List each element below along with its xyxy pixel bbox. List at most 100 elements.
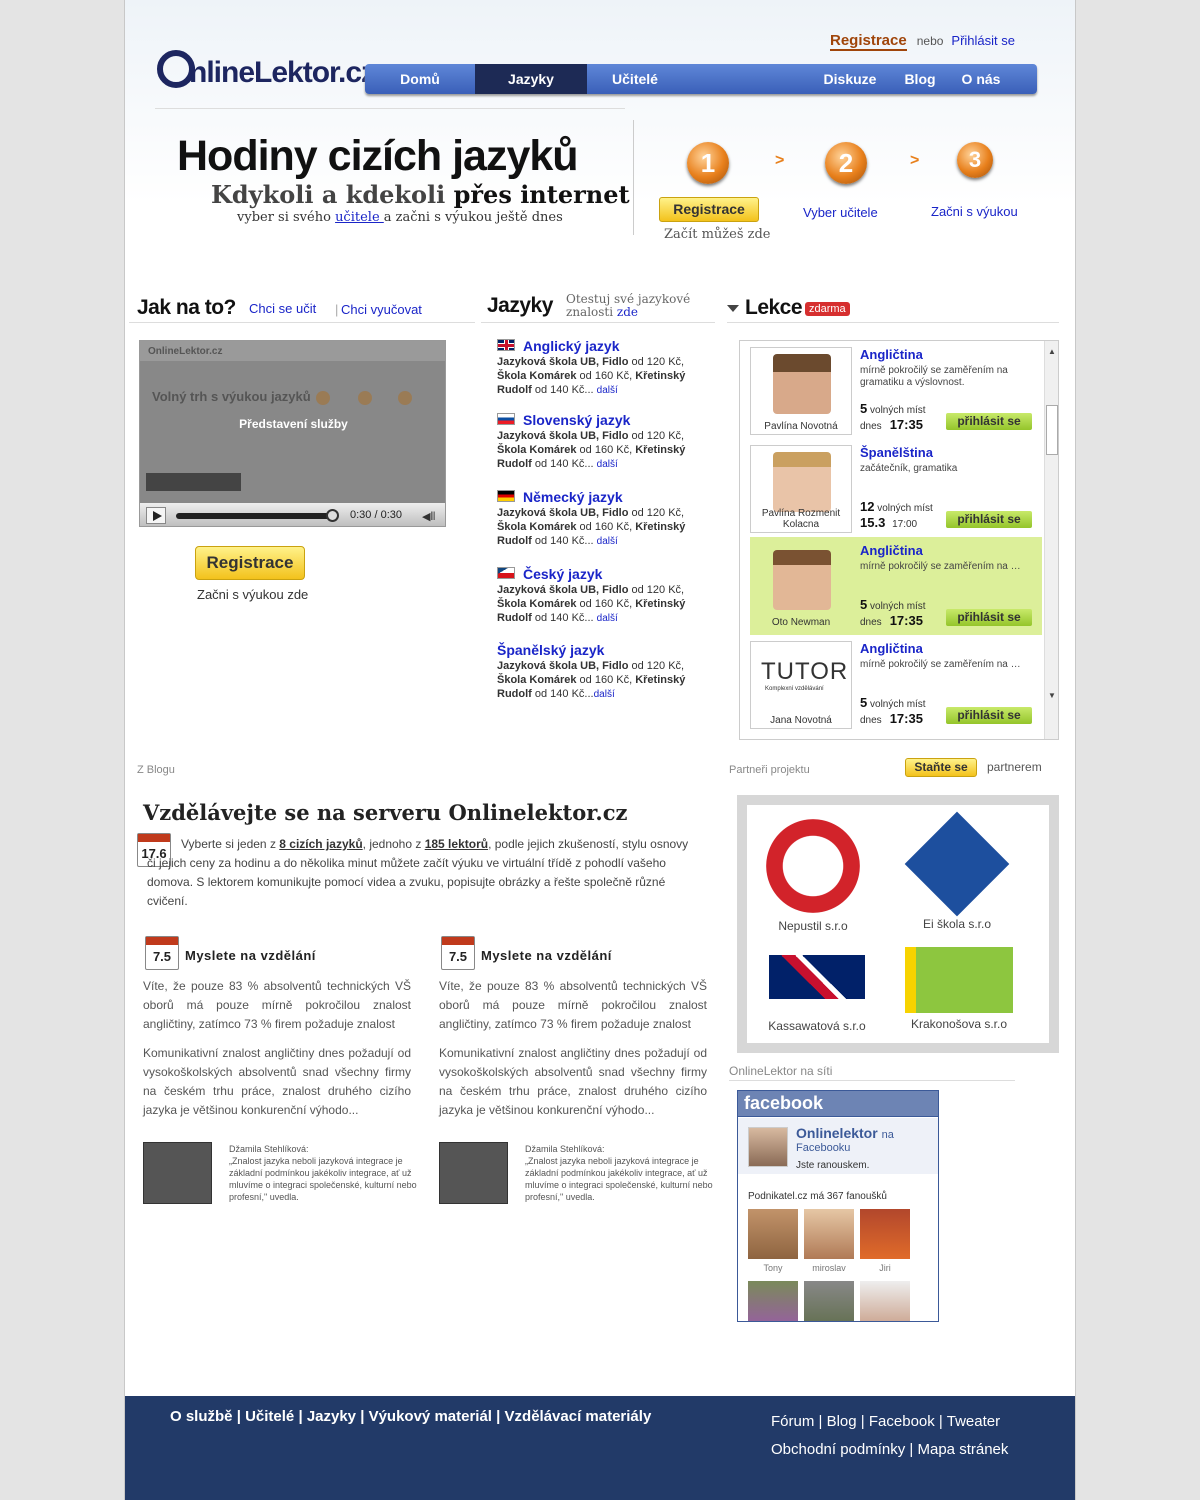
join-button[interactable]: přihlásit se (946, 413, 1032, 430)
fan-photo[interactable] (860, 1281, 910, 1321)
school-b[interactable]: Škola Komárek (497, 598, 576, 610)
more-link[interactable]: další (597, 613, 618, 624)
more-link[interactable]: další (594, 689, 615, 700)
video-player[interactable]: OnlineLektor.cz Volný trh s výukou jazyk… (139, 340, 446, 527)
article-title[interactable]: Myslete na vzdělání (185, 946, 411, 965)
partner-ei[interactable]: Ei škola s.r.o (897, 811, 1017, 931)
blog-title[interactable]: Vzdělávejte se na serveru Onlinelektor.c… (143, 800, 627, 825)
facebook-site[interactable]: Facebooku (796, 1142, 850, 1154)
fan-photo[interactable] (748, 1281, 798, 1321)
footer-link-education[interactable]: Vzdělávací materiály (505, 1408, 652, 1425)
lesson-row-highlighted[interactable]: Oto Newman Angličtina mírně pokročilý se… (750, 537, 1042, 635)
footer-link-sitemap[interactable]: Mapa stránek (918, 1441, 1009, 1458)
join-button[interactable]: přihlásit se (946, 707, 1032, 724)
lesson-row[interactable]: TUTOR Komplexní vzdělávání Jana Novotná … (750, 635, 1042, 733)
footer-link-terms[interactable]: Obchodní podmínky (771, 1441, 905, 1458)
logo[interactable]: nlineLektor.cz (157, 50, 376, 90)
partner-kassawatova[interactable]: Kassawatová s.r.o (765, 955, 869, 1033)
scroll-thumb[interactable] (1046, 405, 1058, 455)
footer-link-blog[interactable]: Blog (827, 1413, 857, 1430)
school-a[interactable]: Jazyková škola UB, Fidlo (497, 507, 628, 519)
login-link[interactable]: Přihlásit se (951, 33, 1015, 48)
footer-link-facebook[interactable]: Facebook (869, 1413, 935, 1430)
school-b[interactable]: Škola Komárek (497, 444, 576, 456)
fan-name[interactable]: Tony (748, 1263, 798, 1273)
teachers-link[interactable]: učitele (335, 210, 384, 225)
more-link[interactable]: další (597, 459, 618, 470)
lesson-subject[interactable]: Angličtina (860, 543, 923, 558)
lesson-row[interactable]: Pavlína Rozmenit Kolacna Španělština zač… (750, 439, 1042, 537)
lessons-list[interactable]: ▲ ▼ Pavlína Novotná Angličtina mírně pok… (739, 340, 1059, 740)
step-2-label[interactable]: Vyber učitele (803, 205, 878, 220)
school-a[interactable]: Jazyková škola UB, Fidlo (497, 584, 628, 596)
step-3-label[interactable]: Začni s výukou (931, 204, 1018, 219)
school-a[interactable]: Jazyková škola UB, Fidlo (497, 660, 628, 672)
school-a[interactable]: Jazyková škola UB, Fidlo (497, 356, 628, 368)
language-title[interactable]: Španělský jazyk (497, 643, 707, 657)
more-link[interactable]: další (597, 385, 618, 396)
facebook-header[interactable]: facebook (738, 1091, 938, 1117)
school-b[interactable]: Škola Komárek (497, 674, 576, 686)
fan-name[interactable]: Jiri (860, 1263, 910, 1273)
nav-home[interactable]: Domů (365, 64, 475, 94)
scrollbar[interactable]: ▲ ▼ (1044, 341, 1058, 739)
partner-krakonosova[interactable]: Krakonošova s.r.o (903, 947, 1015, 1031)
fan-photo[interactable] (748, 1209, 798, 1259)
register-link[interactable]: Registrace (830, 32, 907, 51)
language-title[interactable]: Německý jazyk (497, 490, 707, 504)
school-a[interactable]: Jazyková škola UB, Fidlo (497, 430, 628, 442)
footer-link-languages[interactable]: Jazyky (307, 1408, 356, 1425)
footer-link-service[interactable]: O službě (170, 1408, 233, 1425)
languages-heading: Jazyky (487, 294, 553, 317)
fan-name[interactable]: miroslav (804, 1263, 854, 1273)
footer-link-forum[interactable]: Fórum (771, 1413, 814, 1430)
collapse-icon[interactable] (727, 305, 739, 312)
lesson-subject[interactable]: Angličtina (860, 347, 923, 362)
fan-photo[interactable] (804, 1209, 854, 1259)
footer-link-material[interactable]: Výukový materiál (369, 1408, 492, 1425)
nav-languages[interactable]: Jazyky (475, 64, 587, 94)
join-button[interactable]: přihlásit se (946, 511, 1032, 528)
fan-photo[interactable] (804, 1281, 854, 1321)
play-button[interactable] (146, 507, 166, 524)
languages-count-link[interactable]: 8 cizích jazyků (279, 837, 362, 851)
progress-bar[interactable] (176, 513, 336, 519)
language-title[interactable]: Český jazyk (497, 567, 707, 581)
facebook-page-name[interactable]: Onlinelektor na (796, 1125, 894, 1141)
lesson-subject[interactable]: Angličtina (860, 641, 923, 656)
test-link[interactable]: zde (617, 305, 638, 319)
teacher-photo[interactable]: Oto Newman (750, 543, 852, 631)
spots-count: 5 (860, 401, 868, 416)
become-partner-button[interactable]: Staňte se (905, 758, 977, 777)
teacher-photo[interactable]: Pavlína Novotná (750, 347, 852, 435)
article-title[interactable]: Myslete na vzdělání (481, 946, 707, 965)
register-button[interactable]: Registrace (195, 546, 305, 580)
nav-teachers[interactable]: Učitelé (587, 64, 683, 94)
teacher-photo[interactable]: TUTOR Komplexní vzdělávání Jana Novotná (750, 641, 852, 729)
lesson-row[interactable]: Pavlína Novotná Angličtina mírně pokroči… (750, 341, 1042, 439)
more-link[interactable]: další (597, 536, 618, 547)
hero-register-button[interactable]: Registrace (659, 197, 759, 222)
language-title[interactable]: Slovenský jazyk (497, 413, 707, 427)
lesson-subject[interactable]: Španělština (860, 445, 933, 460)
scroll-up-icon[interactable]: ▲ (1048, 347, 1056, 356)
teacher-photo[interactable]: Pavlína Rozmenit Kolacna (750, 445, 852, 533)
lectors-count-link[interactable]: 185 lektorů (425, 837, 488, 851)
volume-icon[interactable]: ◀⦀ (422, 510, 435, 524)
scroll-down-icon[interactable]: ▼ (1048, 691, 1056, 700)
teach-link[interactable]: Chci vyučovat (341, 302, 422, 317)
partner-nepustil[interactable]: Nepustil s.r.o (761, 819, 865, 933)
school-b[interactable]: Škola Komárek (497, 521, 576, 533)
school-b[interactable]: Škola Komárek (497, 370, 576, 382)
footer-link-teachers[interactable]: Učitelé (245, 1408, 294, 1425)
nav-about[interactable]: O nás (955, 64, 1007, 94)
nav-discussion[interactable]: Diskuze (815, 64, 885, 94)
footer-link-tweater[interactable]: Tweater (947, 1413, 1000, 1430)
fan-photo[interactable] (860, 1209, 910, 1259)
learn-link[interactable]: Chci se učit (249, 301, 316, 316)
progress-handle[interactable] (326, 509, 339, 522)
language-title[interactable]: Anglický jazyk (497, 339, 707, 353)
spots-count: 5 (860, 597, 868, 612)
join-button[interactable]: přihlásit se (946, 609, 1032, 626)
nav-blog[interactable]: Blog (895, 64, 945, 94)
